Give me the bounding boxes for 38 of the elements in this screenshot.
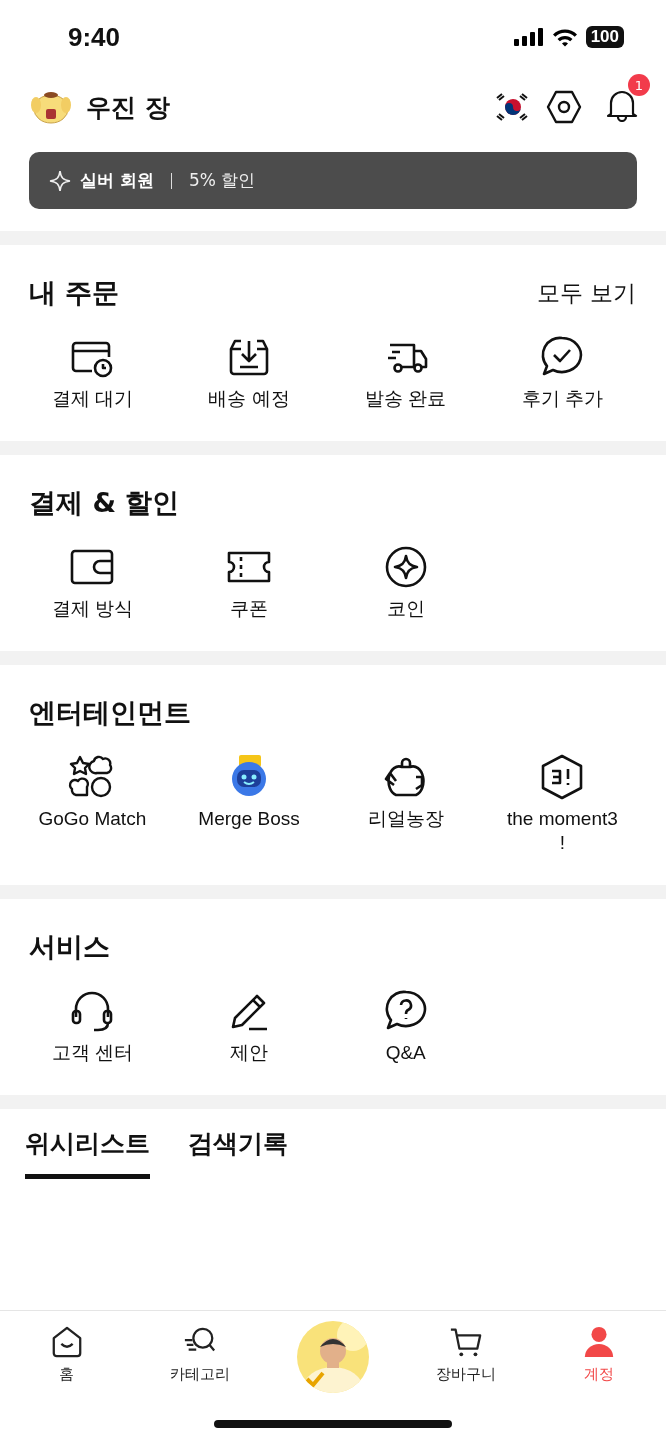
status-time: 9:40 — [68, 21, 121, 53]
nav-label[interactable]: 홈 — [59, 1365, 75, 1384]
battery-indicator: 100 — [585, 26, 624, 48]
section-title: 결제 & 할인 — [29, 486, 180, 520]
tab[interactable]: 검색기록 — [188, 1127, 288, 1179]
notification-bell-icon[interactable] — [606, 88, 638, 122]
menu-item-label[interactable]: 제안 — [189, 1041, 310, 1065]
membership-discount: 5% 할인 — [188, 169, 256, 192]
membership-banner[interactable]: 실버 회원 5% 할인 — [29, 152, 637, 209]
menu-item-label[interactable]: the moment3 ! — [502, 807, 623, 855]
view-all-link[interactable]: 모두 보기 — [536, 277, 636, 309]
wifi-icon — [551, 27, 578, 47]
section-title: 내 주문 — [29, 276, 120, 310]
nav-label[interactable]: 카테고리 — [169, 1365, 230, 1384]
menu-item-label[interactable]: 후기 추가 — [502, 387, 623, 411]
menu-item-label[interactable]: 리얼농장 — [345, 807, 466, 831]
section-title: 서비스 — [29, 930, 110, 964]
membership-tier-label: 실버 회원 — [80, 169, 154, 192]
menu-item-label[interactable]: Merge Boss — [189, 807, 310, 831]
menu-item-label[interactable]: 고객 센터 — [32, 1041, 153, 1065]
menu-item-label[interactable]: 쿠폰 — [189, 597, 310, 621]
menu-item-label[interactable]: Q&A — [345, 1041, 466, 1065]
notification-badge: 1 — [628, 74, 650, 96]
user-name: 우진 장 — [86, 91, 170, 124]
menu-item-label[interactable]: 결제 방식 — [32, 597, 153, 621]
menu-item-label[interactable]: 코인 — [345, 597, 466, 621]
menu-item-label[interactable]: 배송 예정 — [189, 387, 310, 411]
menu-item-label[interactable]: 결제 대기 — [32, 387, 153, 411]
section-title: 엔터테인먼트 — [29, 696, 191, 730]
sparkle-icon — [49, 169, 71, 192]
settings-icon[interactable] — [546, 90, 582, 124]
menu-item-label[interactable]: GoGo Match — [32, 807, 153, 831]
menu-item-label[interactable]: 발송 완료 — [345, 387, 466, 411]
tab[interactable]: 위시리스트 — [25, 1127, 150, 1179]
signal-icon — [513, 28, 544, 46]
nav-label[interactable]: 장바구니 — [436, 1365, 497, 1384]
avatar-icon — [30, 89, 72, 125]
nav-label[interactable]: 계정 — [584, 1365, 615, 1384]
